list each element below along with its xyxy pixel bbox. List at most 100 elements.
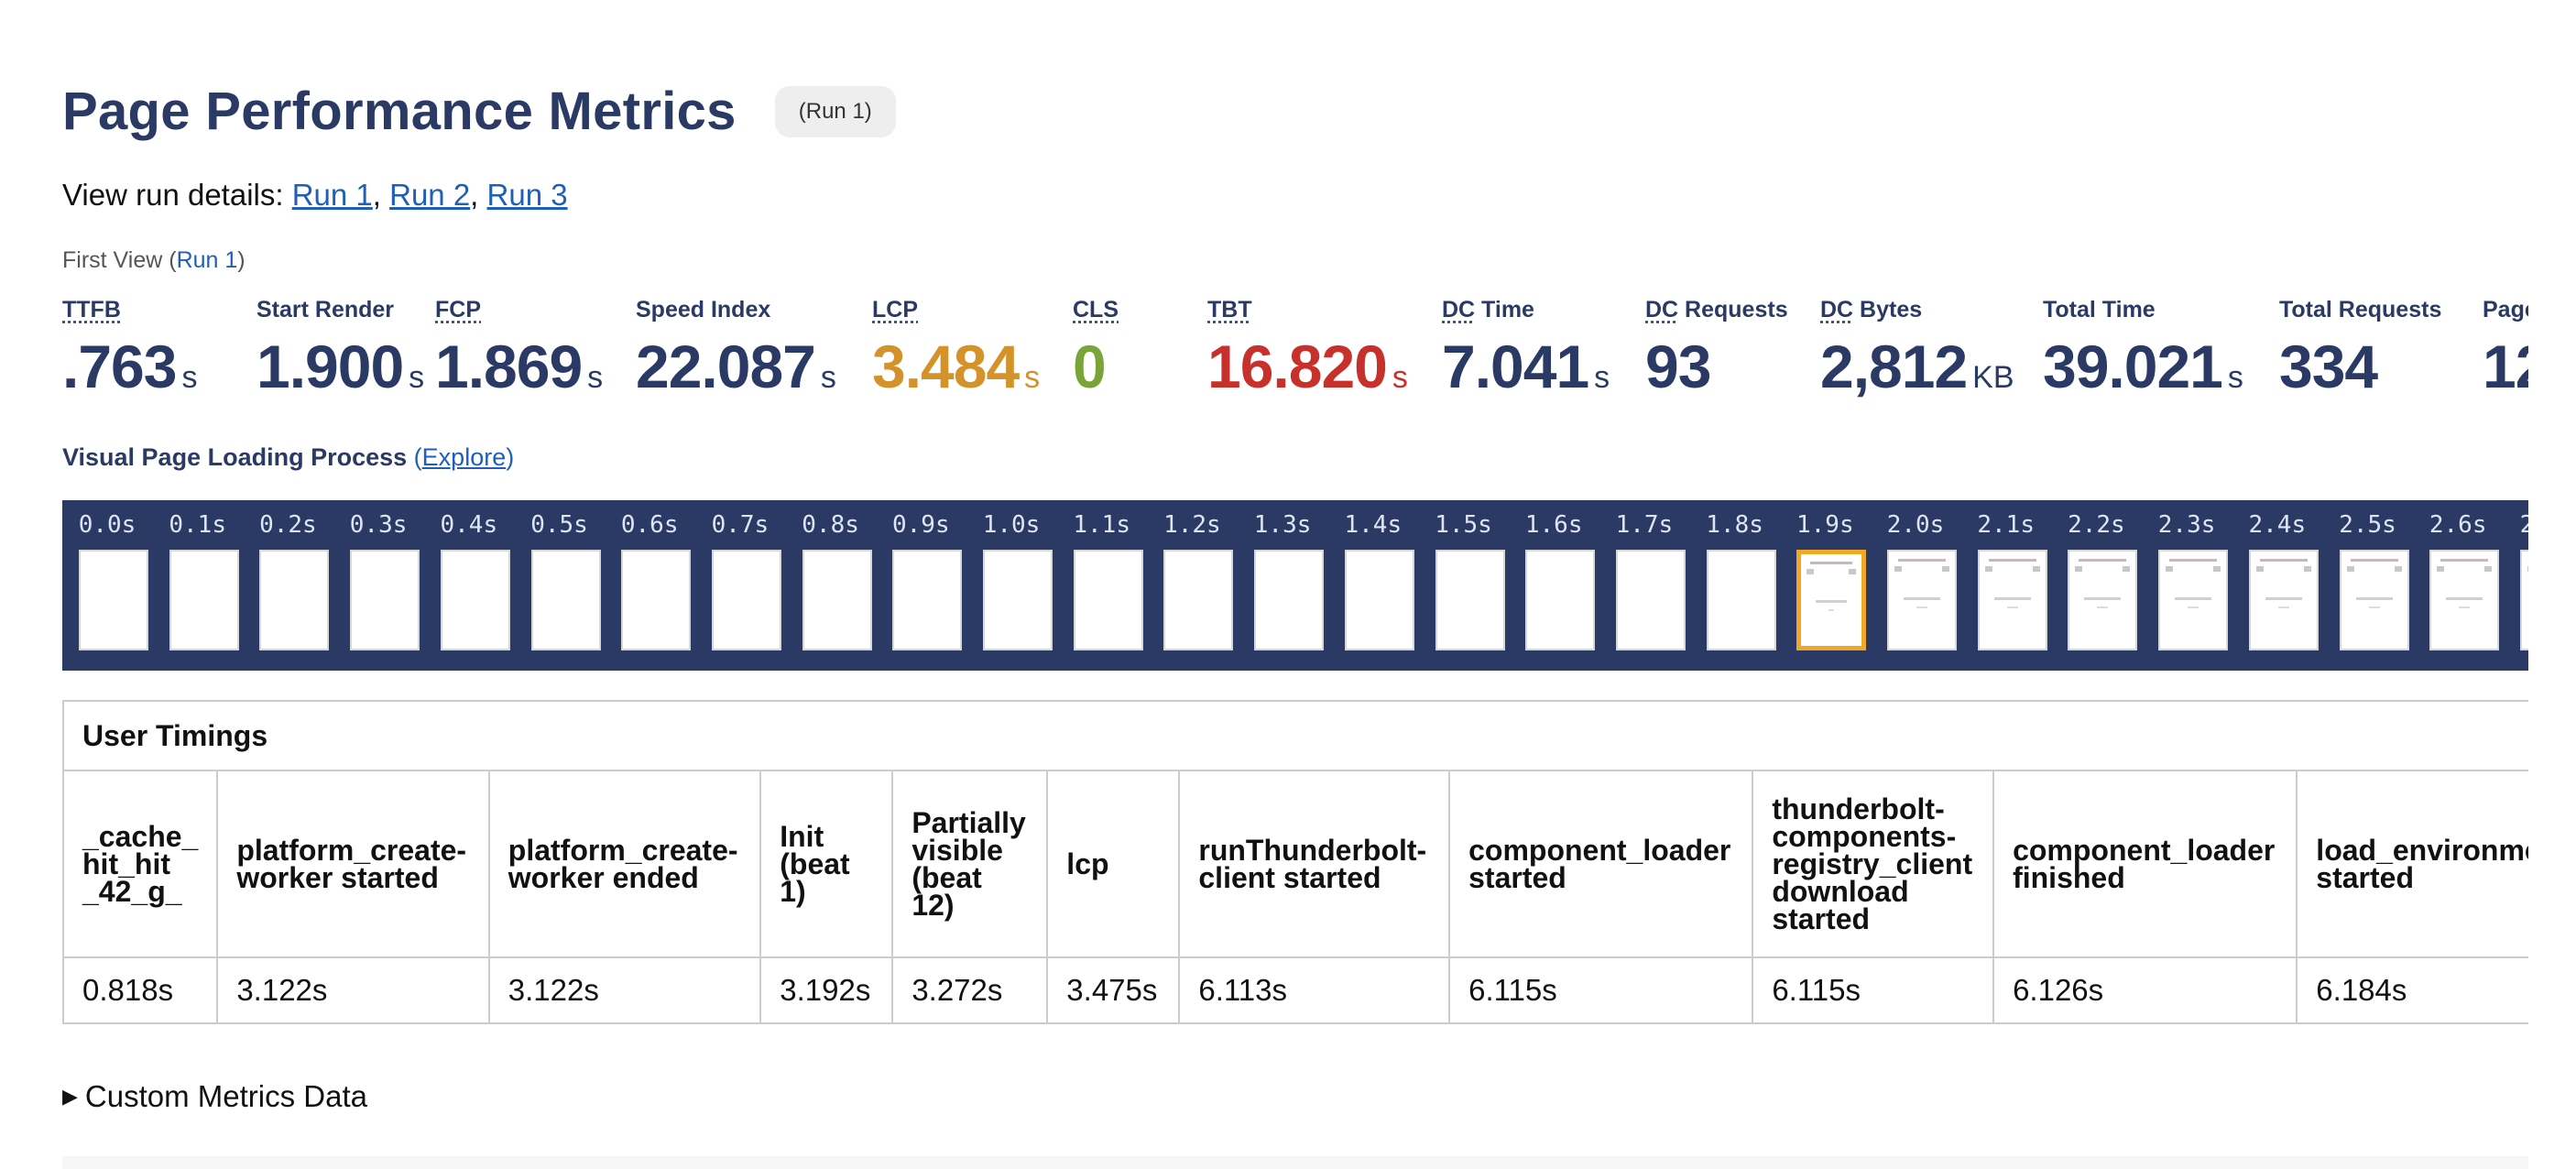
frame-thumbnail[interactable] — [1887, 550, 1957, 650]
filmstrip-frame[interactable]: 2.6s — [2413, 500, 2503, 671]
frame-time: 0.0s — [78, 511, 136, 539]
filmstrip-frame[interactable]: 1.6s — [1509, 500, 1599, 671]
frame-thumbnail[interactable] — [802, 550, 872, 650]
frame-thumbnail[interactable] — [711, 550, 781, 650]
frame-thumbnail[interactable] — [1435, 550, 1505, 650]
thumbnail-content — [2368, 606, 2380, 608]
thumbnail-content — [2446, 597, 2483, 600]
frame-time: 1.0s — [982, 511, 1041, 539]
filmstrip-frame[interactable]: 0.7s — [695, 500, 785, 671]
frame-thumbnail[interactable] — [79, 550, 148, 650]
run-1-link[interactable]: Run 1 — [292, 178, 373, 212]
frame-thumbnail[interactable] — [1163, 550, 1234, 650]
frame-time: 1.1s — [1073, 511, 1130, 539]
metric-unit: s — [587, 360, 604, 395]
frame-time: 0.9s — [891, 511, 950, 539]
filmstrip-frame[interactable]: 1.1s — [1057, 500, 1147, 671]
frame-time: 1.7s — [1615, 511, 1674, 539]
metric-value: 1.900 — [257, 333, 404, 400]
frame-thumbnail[interactable] — [1073, 550, 1143, 650]
frame-time: 0.3s — [349, 511, 408, 539]
metric-value: 3.484 — [872, 333, 1020, 400]
filmstrip-frame[interactable]: 1.8s — [1690, 500, 1780, 671]
filmstrip-frame[interactable]: 2.4s — [2232, 500, 2322, 671]
thumbnail-content — [1806, 569, 1815, 574]
thumbnail-content — [1984, 566, 1992, 572]
metric-value: 12 — [2483, 333, 2528, 400]
metric-unit: s — [409, 360, 425, 395]
frame-thumbnail[interactable] — [1706, 550, 1776, 650]
filmstrip-frame[interactable]: 0.8s — [786, 500, 876, 671]
frame-thumbnail[interactable] — [983, 550, 1053, 650]
frame-thumbnail[interactable] — [892, 550, 963, 650]
frame-thumbnail[interactable] — [1796, 550, 1867, 650]
filmstrip-frame[interactable]: 1.9s — [1780, 500, 1870, 671]
run-3-link[interactable]: Run 3 — [487, 178, 568, 212]
frame-time: 1.2s — [1163, 511, 1221, 539]
title-row: Page Performance Metrics (Run 1) — [62, 81, 896, 142]
filmstrip-frame[interactable]: 0.5s — [515, 500, 605, 671]
filmstrip-frame[interactable]: 0.3s — [333, 500, 423, 671]
thumbnail-content — [2484, 566, 2493, 572]
metric-fcp: FCP 1.869 s — [435, 297, 603, 401]
frame-thumbnail[interactable] — [2519, 550, 2528, 650]
filmstrip-frame[interactable]: 1.7s — [1599, 500, 1689, 671]
frame-thumbnail[interactable] — [440, 550, 510, 650]
frame-thumbnail[interactable] — [1615, 550, 1686, 650]
filmstrip-frame[interactable]: 2.7s — [2504, 500, 2528, 671]
thumbnail-content — [2188, 606, 2199, 608]
thumbnail-content — [1898, 559, 1946, 562]
frame-thumbnail[interactable] — [2248, 550, 2319, 650]
frame-time: 0.4s — [440, 511, 498, 539]
frame-thumbnail[interactable] — [2339, 550, 2409, 650]
metric-label: Total Requests — [2279, 297, 2442, 322]
thumbnail-content — [2255, 566, 2264, 572]
filmstrip-frame[interactable]: 1.5s — [1419, 500, 1509, 671]
filmstrip-frame[interactable]: 1.4s — [1328, 500, 1418, 671]
filmstrip-frame[interactable]: 1.3s — [1238, 500, 1327, 671]
frame-thumbnail[interactable] — [530, 550, 601, 650]
filmstrip-frame[interactable]: 0.9s — [876, 500, 966, 671]
frame-thumbnail[interactable] — [1344, 550, 1414, 650]
filmstrip-frame[interactable]: 0.6s — [605, 500, 694, 671]
frame-thumbnail[interactable] — [2158, 550, 2229, 650]
first-view-run-link[interactable]: Run 1 — [177, 247, 238, 273]
frame-thumbnail[interactable] — [2429, 550, 2500, 650]
filmstrip-frame[interactable]: 2.5s — [2323, 500, 2413, 671]
frame-time: 0.6s — [620, 511, 679, 539]
filmstrip-frame[interactable]: 2.2s — [2051, 500, 2141, 671]
frame-thumbnail[interactable] — [169, 550, 239, 650]
frame-thumbnail[interactable] — [621, 550, 692, 650]
metric-dc-requests: DC Requests 93 — [1645, 297, 1788, 401]
thumbnail-content — [2097, 606, 2109, 608]
user-timings-table: User Timings _cache_ hit_hit _42_g_ plat… — [62, 700, 2528, 1024]
filmstrip-frame[interactable]: 2.1s — [1961, 500, 2051, 671]
custom-metrics-toggle[interactable]: ▶ Custom Metrics Data — [62, 1079, 367, 1114]
thumbnail-content — [1993, 597, 2031, 600]
filmstrip-frame[interactable]: 2.3s — [2142, 500, 2232, 671]
frame-thumbnail[interactable] — [1977, 550, 2047, 650]
metric-value: 16.820 — [1207, 333, 1388, 400]
frame-thumbnail[interactable] — [1525, 550, 1596, 650]
thumbnail-content — [2440, 559, 2489, 562]
metric-unit: KB — [1972, 360, 2014, 395]
table-cell: 0.818s — [64, 957, 219, 1022]
frame-thumbnail[interactable] — [350, 550, 420, 650]
frame-thumbnail[interactable] — [1254, 550, 1325, 650]
thumbnail-content — [1828, 609, 1835, 611]
filmstrip-frame[interactable]: 2.0s — [1871, 500, 1960, 671]
thumbnail-content — [2084, 597, 2122, 600]
metric-cls: CLS 0 — [1073, 297, 1119, 401]
frame-thumbnail[interactable] — [259, 550, 330, 650]
filmstrip-frame[interactable]: 1.0s — [966, 500, 1056, 671]
explore-link[interactable]: Explore — [422, 443, 507, 471]
filmstrip-frame[interactable]: 0.4s — [424, 500, 514, 671]
run-badge: (Run 1) — [774, 85, 896, 137]
filmstrip-frame[interactable]: 0.0s — [62, 500, 152, 671]
frame-thumbnail[interactable] — [2068, 550, 2138, 650]
filmstrip-frame[interactable]: 1.2s — [1147, 500, 1237, 671]
filmstrip-frame[interactable]: 0.2s — [243, 500, 333, 671]
filmstrip: 0.0s 0.1s 0.2s 0.3s 0.4s 0.5s 0.6s 0.7s 0.8s 0.9s… — [62, 500, 2528, 671]
run-2-link[interactable]: Run 2 — [389, 178, 470, 212]
filmstrip-frame[interactable]: 0.1s — [153, 500, 243, 671]
